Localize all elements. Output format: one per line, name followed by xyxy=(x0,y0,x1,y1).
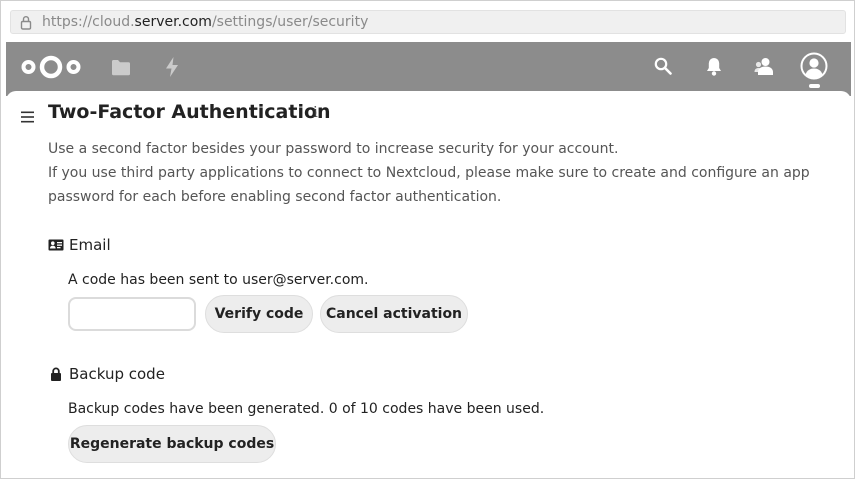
address-bar[interactable]: https://cloud.server.com/settings/user/s… xyxy=(10,10,846,34)
backup-heading: Backup code xyxy=(48,365,165,383)
backup-message: Backup codes have been generated. 0 of 1… xyxy=(68,401,545,417)
url-domain: server.com xyxy=(134,14,212,30)
email-message: A code has been sent to user@server.com. xyxy=(68,272,369,288)
lightning-icon[interactable] xyxy=(161,55,183,79)
lock-icon xyxy=(20,15,32,30)
search-icon[interactable] xyxy=(652,55,674,77)
verify-code-button[interactable]: Verify code xyxy=(205,295,313,333)
active-indicator xyxy=(809,84,820,88)
email-heading: Email xyxy=(48,236,111,254)
section-description: Use a second factor besides your passwor… xyxy=(48,137,843,209)
app-header xyxy=(6,42,851,96)
nextcloud-logo-icon[interactable] xyxy=(20,54,82,80)
description-line: If you use third party applications to c… xyxy=(48,165,810,205)
info-icon[interactable]: i xyxy=(313,103,318,121)
user-avatar-icon[interactable] xyxy=(799,51,829,81)
cancel-activation-button[interactable]: Cancel activation xyxy=(320,295,468,333)
regenerate-backup-codes-button[interactable]: Regenerate backup codes xyxy=(68,425,276,463)
page-title: Two-Factor Authentication xyxy=(48,101,331,123)
main-content: Two-Factor Authentication i Use a second… xyxy=(6,91,851,478)
contacts-icon[interactable] xyxy=(752,54,776,78)
bell-icon[interactable] xyxy=(703,55,725,77)
description-line: Use a second factor besides your passwor… xyxy=(48,141,619,157)
menu-icon[interactable] xyxy=(21,108,35,123)
url-text: https://cloud.server.com/settings/user/s… xyxy=(42,14,368,30)
backup-heading-label: Backup code xyxy=(69,365,165,383)
url-path: /settings/user/security xyxy=(211,14,369,30)
email-heading-label: Email xyxy=(69,236,111,254)
browser-window: https://cloud.server.com/settings/user/s… xyxy=(0,0,855,479)
url-prefix: https://cloud. xyxy=(42,14,135,30)
folder-icon[interactable] xyxy=(110,56,132,78)
verification-code-input[interactable] xyxy=(68,297,196,331)
id-card-icon xyxy=(48,238,64,252)
lock-icon xyxy=(48,367,64,381)
